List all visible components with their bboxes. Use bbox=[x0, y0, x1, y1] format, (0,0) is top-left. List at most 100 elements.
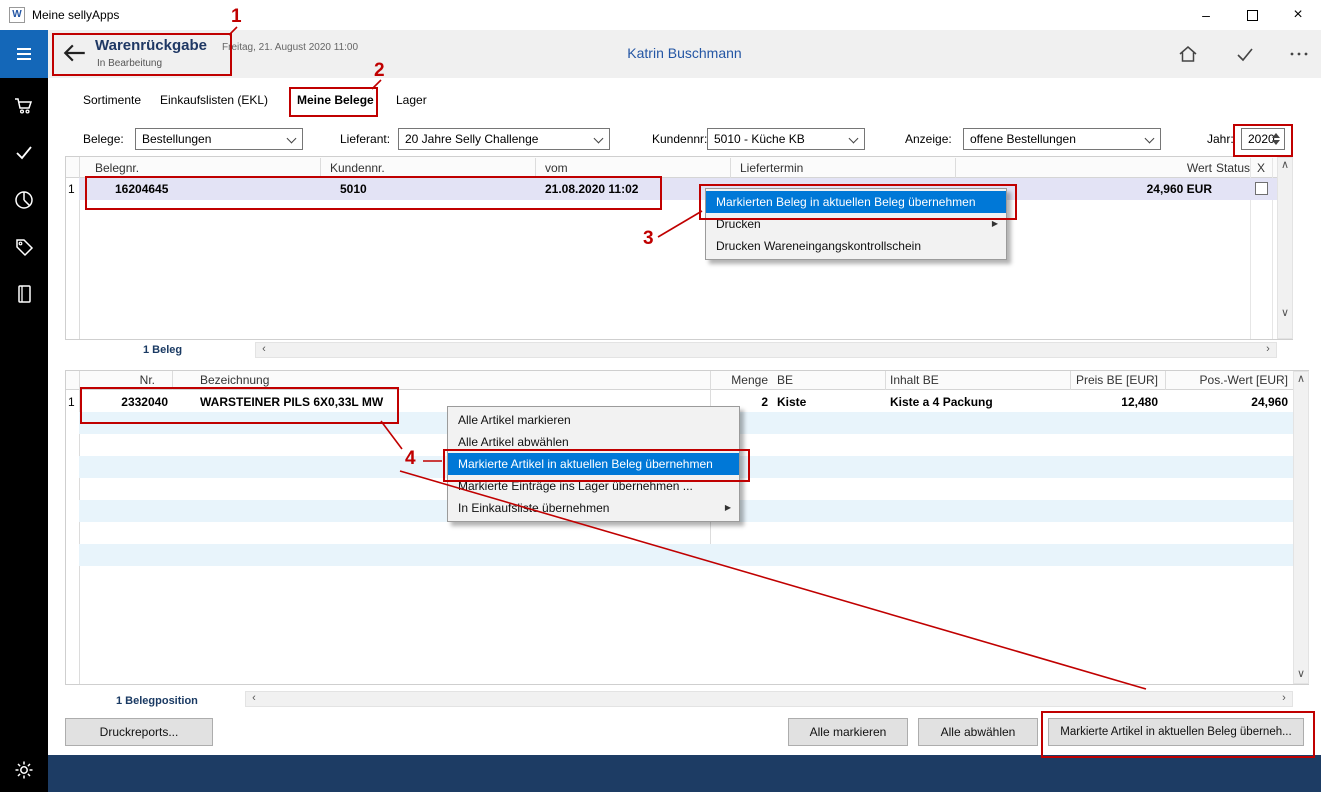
price-tag-icon[interactable] bbox=[14, 237, 34, 257]
position-count: 1 Belegposition bbox=[116, 695, 198, 707]
col-nr: Nr. bbox=[90, 371, 155, 390]
menu-item-drucken[interactable]: Drucken ▶ bbox=[706, 213, 1006, 235]
col-inhalt-be: Inhalt BE bbox=[890, 371, 939, 390]
col-pos-wert: Pos.-Wert [EUR] bbox=[1180, 371, 1288, 390]
jahr-value: 2020 bbox=[1248, 129, 1275, 149]
artikel-context-menu: Alle Artikel markieren Alle Artikel abwä… bbox=[447, 406, 740, 522]
alle-abwaehlen-button[interactable]: Alle abwählen bbox=[918, 718, 1038, 746]
hamburger-icon bbox=[14, 44, 34, 64]
book-icon[interactable] bbox=[14, 284, 34, 304]
menu-item-drucken-kontrollschein[interactable]: Drucken Wareneingangskontrollschein bbox=[706, 235, 1006, 257]
scroll-left-icon[interactable]: ‹ bbox=[256, 342, 272, 358]
menu-item-einkaufsliste[interactable]: In Einkaufsliste übernehmen ▶ bbox=[448, 497, 739, 519]
position-row-poswert: 24,960 bbox=[1180, 395, 1288, 409]
col-kundennr: Kundennr. bbox=[330, 158, 385, 178]
menu-item-alle-markieren[interactable]: Alle Artikel markieren bbox=[448, 409, 739, 431]
minimize-button[interactable]: – bbox=[1183, 0, 1229, 30]
tab-einkaufslisten[interactable]: Einkaufslisten (EKL) bbox=[160, 93, 268, 107]
col-belegnr: Belegnr. bbox=[95, 158, 139, 178]
beleg-row-vom: 21.08.2020 11:02 bbox=[545, 182, 638, 196]
gear-icon[interactable] bbox=[14, 760, 34, 780]
menu-item-label: Alle Artikel markieren bbox=[458, 413, 571, 427]
col-x: X bbox=[1251, 158, 1271, 178]
menu-item-alle-abwaehlen[interactable]: Alle Artikel abwählen bbox=[448, 431, 739, 453]
divider bbox=[885, 371, 886, 390]
maximize-icon bbox=[1247, 10, 1258, 21]
lieferant-select[interactable]: 20 Jahre Selly Challenge bbox=[398, 128, 610, 150]
check-icon[interactable] bbox=[14, 143, 34, 163]
cart-icon[interactable] bbox=[14, 96, 34, 116]
col-wert: Wert bbox=[1100, 158, 1212, 178]
tab-meine-belege[interactable]: Meine Belege bbox=[297, 93, 374, 107]
close-button[interactable]: × bbox=[1275, 0, 1321, 30]
kundennr-select-value: 5010 - Küche KB bbox=[714, 129, 805, 149]
menu-item-label: Drucken Wareneingangskontrollschein bbox=[716, 239, 921, 253]
beleg-hscrollbar[interactable] bbox=[255, 342, 1277, 358]
druckreports-button[interactable]: Druckreports... bbox=[65, 718, 213, 746]
menu-item-artikel-uebernehmen[interactable]: Markierte Artikel in aktuellen Beleg übe… bbox=[448, 453, 739, 475]
window-title: Meine sellyApps bbox=[32, 8, 119, 22]
home-icon[interactable] bbox=[1177, 43, 1199, 65]
beleg-context-menu: Markierten Beleg in aktuellen Beleg über… bbox=[705, 188, 1007, 260]
menu-item-lager-uebernehmen[interactable]: Markierte Einträge ins Lager übernehmen … bbox=[448, 475, 739, 497]
col-bezeichnung: Bezeichnung bbox=[200, 371, 269, 390]
col-vom: vom bbox=[545, 158, 568, 178]
col-be: BE bbox=[777, 371, 793, 390]
beleg-row-belegnr: 16204645 bbox=[115, 182, 168, 196]
anzeige-select-value: offene Bestellungen bbox=[970, 129, 1076, 149]
spinner-up-icon[interactable] bbox=[1272, 133, 1280, 138]
divider bbox=[535, 158, 536, 178]
position-row-be: Kiste bbox=[777, 395, 806, 409]
position-vscrollbar[interactable] bbox=[1293, 371, 1309, 684]
belege-select[interactable]: Bestellungen bbox=[135, 128, 303, 150]
anzeige-select[interactable]: offene Bestellungen bbox=[963, 128, 1161, 150]
sidebar bbox=[0, 30, 48, 792]
divider bbox=[320, 158, 321, 178]
anzeige-label: Anzeige: bbox=[905, 132, 952, 146]
chevron-down-icon bbox=[287, 134, 297, 144]
scroll-left-icon[interactable]: ‹ bbox=[246, 691, 262, 707]
spinner-down-icon[interactable] bbox=[1272, 140, 1280, 145]
pie-chart-icon[interactable] bbox=[14, 190, 34, 210]
menu-item-label: Drucken bbox=[716, 217, 761, 231]
scroll-up-icon[interactable]: ∧ bbox=[1293, 372, 1309, 388]
position-row-bezeichnung[interactable]: WARSTEINER PILS 6X0,33L MW bbox=[200, 395, 383, 409]
divider bbox=[1070, 371, 1071, 390]
maximize-button[interactable] bbox=[1229, 0, 1275, 30]
menu-item-label: Markierten Beleg in aktuellen Beleg über… bbox=[716, 195, 976, 209]
position-hscrollbar[interactable] bbox=[245, 691, 1293, 707]
col-status: Status bbox=[1215, 158, 1251, 178]
confirm-check-icon[interactable] bbox=[1234, 43, 1256, 65]
submenu-arrow-icon: ▶ bbox=[992, 213, 998, 235]
position-row-inhalt: Kiste a 4 Packung bbox=[890, 395, 993, 409]
position-row-index: 1 bbox=[68, 395, 75, 409]
belege-label: Belege: bbox=[83, 132, 124, 146]
scroll-down-icon[interactable]: ∨ bbox=[1277, 306, 1293, 322]
kundennr-select[interactable]: 5010 - Küche KB bbox=[707, 128, 865, 150]
sidebar-menu-button[interactable] bbox=[0, 30, 48, 78]
menu-item-beleg-uebernehmen[interactable]: Markierten Beleg in aktuellen Beleg über… bbox=[706, 191, 1006, 213]
chevron-down-icon bbox=[1145, 134, 1155, 144]
col-liefertermin: Liefertermin bbox=[740, 158, 803, 178]
scroll-right-icon[interactable]: › bbox=[1260, 342, 1276, 358]
scroll-down-icon[interactable]: ∨ bbox=[1293, 667, 1309, 683]
beleg-count: 1 Beleg bbox=[143, 344, 182, 356]
scroll-right-icon[interactable]: › bbox=[1276, 691, 1292, 707]
beleg-row-checkbox[interactable] bbox=[1255, 182, 1268, 195]
position-row-preis: 12,480 bbox=[1060, 395, 1158, 409]
tab-sortimente[interactable]: Sortimente bbox=[83, 93, 141, 107]
tab-lager[interactable]: Lager bbox=[396, 93, 427, 107]
position-row-nr[interactable]: 2332040 bbox=[95, 395, 168, 409]
chevron-down-icon bbox=[594, 134, 604, 144]
ellipsis-icon[interactable] bbox=[1288, 43, 1310, 65]
beleg-row-index: 1 bbox=[68, 182, 75, 196]
divider bbox=[955, 158, 956, 178]
lieferant-label: Lieferant: bbox=[340, 132, 390, 146]
alle-markieren-button[interactable]: Alle markieren bbox=[788, 718, 908, 746]
scroll-up-icon[interactable]: ∧ bbox=[1277, 158, 1293, 174]
menu-item-label: Alle Artikel abwählen bbox=[458, 435, 569, 449]
uebernehmen-button[interactable]: Markierte Artikel in aktuellen Beleg übe… bbox=[1048, 718, 1304, 746]
table-row[interactable] bbox=[79, 544, 1293, 566]
menu-item-label: In Einkaufsliste übernehmen bbox=[458, 501, 609, 515]
jahr-spinner[interactable]: 2020 bbox=[1241, 128, 1285, 150]
